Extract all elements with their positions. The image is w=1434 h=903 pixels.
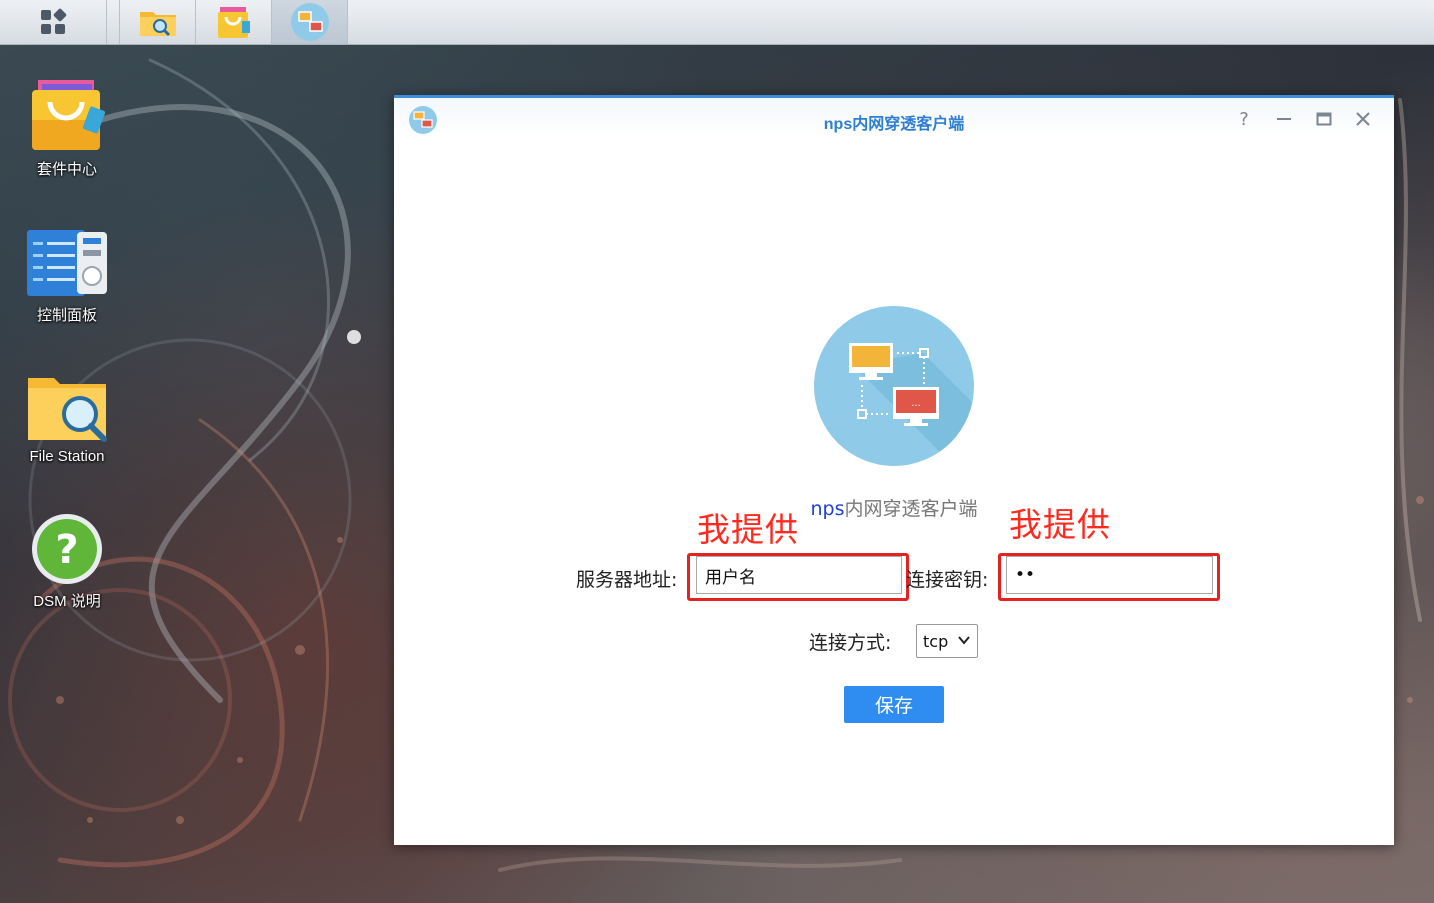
svg-text:...: ... bbox=[911, 398, 921, 409]
connection-mode-value: tcp bbox=[923, 631, 949, 651]
desktop-icon-file-station[interactable]: File Station bbox=[12, 372, 122, 465]
close-button[interactable] bbox=[1352, 108, 1374, 130]
file-station-icon bbox=[139, 12, 176, 37]
taskbar-nps-client[interactable] bbox=[272, 0, 348, 44]
minimize-icon bbox=[1277, 118, 1291, 120]
minimize-button[interactable] bbox=[1273, 108, 1295, 130]
maximize-button[interactable] bbox=[1313, 108, 1335, 130]
desktop-icon-label: File Station bbox=[29, 448, 105, 465]
window-titlebar[interactable]: nps内网穿透客户端 ? bbox=[394, 98, 1394, 140]
help-icon: ? bbox=[32, 514, 102, 584]
desktop-icon-label: 套件中心 bbox=[36, 161, 97, 178]
svg-text:?: ? bbox=[55, 527, 78, 573]
nps-client-icon bbox=[290, 3, 329, 41]
help-button[interactable]: ? bbox=[1233, 108, 1255, 130]
main-menu-button[interactable] bbox=[0, 0, 107, 44]
connection-mode-label: 连接方式: bbox=[809, 632, 892, 654]
annotation-right: 我提供 bbox=[1009, 505, 1111, 544]
control-panel-icon bbox=[27, 230, 107, 296]
package-center-icon bbox=[32, 80, 106, 150]
app-name-prefix: nps bbox=[810, 498, 845, 520]
save-button[interactable]: 保存 bbox=[844, 686, 944, 723]
taskbar-package-center[interactable] bbox=[196, 0, 272, 44]
desktop-icon-dsm-help[interactable]: ? DSM 说明 bbox=[12, 512, 122, 611]
help-icon: ? bbox=[1239, 108, 1249, 130]
connection-key-label: 连接密钥: bbox=[906, 569, 989, 591]
main-menu-icon bbox=[41, 8, 67, 34]
taskbar-file-station[interactable] bbox=[120, 0, 196, 44]
nps-logo-icon: ... bbox=[814, 306, 974, 466]
app-name: nps内网穿透客户端 bbox=[394, 494, 1394, 521]
desktop-icon-control-panel[interactable]: 控制面板 bbox=[12, 228, 122, 325]
connection-key-input[interactable] bbox=[1006, 556, 1213, 594]
package-center-icon bbox=[217, 7, 250, 38]
desktop-icon-label: DSM 说明 bbox=[33, 593, 101, 610]
maximize-icon bbox=[1316, 112, 1332, 126]
taskbar-divider bbox=[107, 0, 120, 44]
server-address-label: 服务器地址: bbox=[576, 569, 678, 591]
app-name-suffix: 内网穿透客户端 bbox=[844, 498, 978, 520]
connection-mode-select[interactable]: tcp bbox=[916, 624, 978, 658]
desktop-icon-package-center[interactable]: 套件中心 bbox=[12, 80, 122, 179]
chevron-down-icon bbox=[958, 636, 970, 645]
desktop-icon-label: 控制面板 bbox=[36, 307, 97, 324]
server-address-input[interactable] bbox=[696, 556, 902, 594]
taskbar bbox=[0, 0, 1434, 45]
nps-client-window: nps内网穿透客户端 ? ... nps内网穿透客户端 我提供 我提供 服务器地… bbox=[394, 95, 1394, 845]
file-station-icon bbox=[28, 378, 107, 442]
annotation-left: 我提供 bbox=[697, 510, 799, 549]
close-icon bbox=[1356, 112, 1370, 126]
